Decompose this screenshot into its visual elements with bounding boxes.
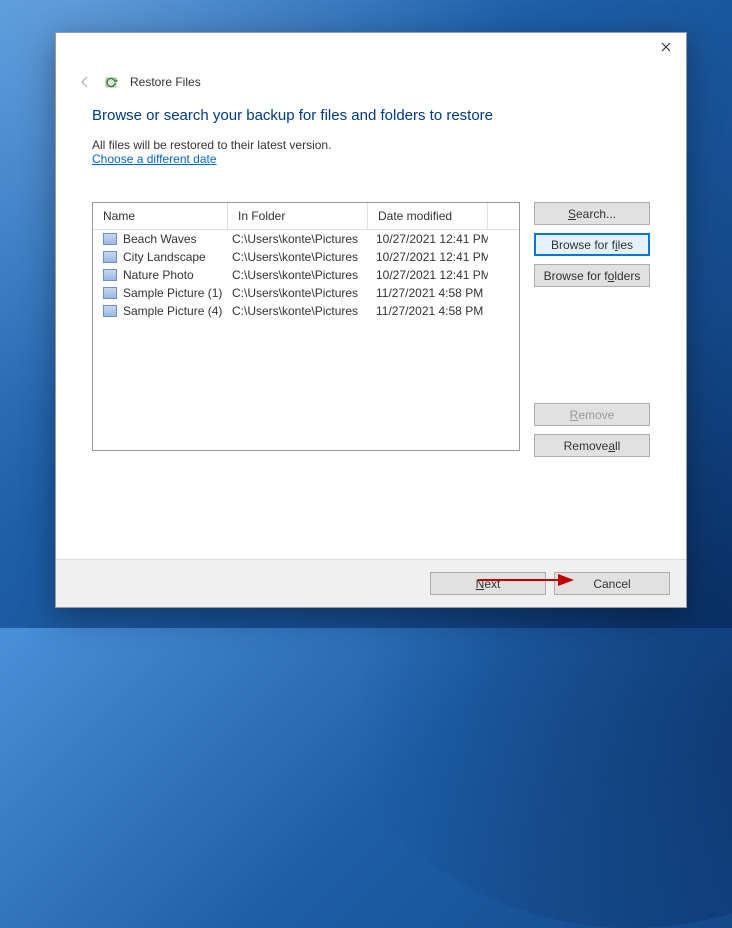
header-row: Restore Files (56, 61, 686, 101)
file-date: 11/27/2021 4:58 PM (368, 304, 488, 318)
column-name-header[interactable]: Name (93, 203, 228, 230)
file-folder: C:\Users\konte\Pictures (228, 232, 368, 246)
back-button[interactable] (76, 73, 94, 91)
dialog-footer: Next Cancel (56, 559, 686, 607)
file-list-header: Name In Folder Date modified (93, 203, 519, 230)
image-file-icon (103, 251, 117, 263)
file-name: Nature Photo (123, 268, 194, 282)
image-file-icon (103, 233, 117, 245)
titlebar (56, 33, 686, 61)
search-button[interactable]: Search... (534, 202, 650, 225)
image-file-icon (103, 269, 117, 281)
file-name: Beach Waves (123, 232, 197, 246)
file-date: 10/27/2021 12:41 PM (368, 232, 488, 246)
restore-files-dialog: Restore Files Browse or search your back… (55, 32, 687, 608)
remove-all-button[interactable]: Remove all (534, 434, 650, 457)
side-button-panel: Search... Browse for files Browse for fo… (534, 202, 650, 457)
restore-app-icon (104, 74, 120, 90)
file-date: 11/27/2021 4:58 PM (368, 286, 488, 300)
remove-button[interactable]: Remove (534, 403, 650, 426)
next-button[interactable]: Next (430, 572, 546, 595)
column-date-header[interactable]: Date modified (368, 203, 488, 230)
cancel-button[interactable]: Cancel (554, 572, 670, 595)
list-item[interactable]: Sample Picture (1) C:\Users\konte\Picture… (93, 284, 519, 302)
image-file-icon (103, 305, 117, 317)
file-date: 10/27/2021 12:41 PM (368, 268, 488, 282)
close-icon (661, 42, 671, 52)
list-item[interactable]: Beach Waves C:\Users\konte\Pictures10/27/… (93, 230, 519, 248)
version-note: All files will be restored to their late… (92, 138, 650, 152)
file-date: 10/27/2021 12:41 PM (368, 250, 488, 264)
window-title: Restore Files (130, 75, 201, 89)
close-button[interactable] (646, 33, 686, 61)
file-folder: C:\Users\konte\Pictures (228, 250, 368, 264)
list-item[interactable]: City Landscape C:\Users\konte\Pictures10/… (93, 248, 519, 266)
file-list-body: Beach WavesC:\Users\konte\Pictures10/27/… (93, 230, 519, 450)
file-list[interactable]: Name In Folder Date modified Beach Waves… (92, 202, 520, 451)
file-folder: C:\Users\konte\Pictures (228, 286, 368, 300)
file-name: Sample Picture (4) (123, 304, 222, 318)
file-name: City Landscape (123, 250, 206, 264)
back-arrow-icon (78, 75, 92, 89)
column-pad (488, 203, 519, 230)
browse-folders-button[interactable]: Browse for folders (534, 264, 650, 287)
browse-files-button[interactable]: Browse for files (534, 233, 650, 256)
choose-date-link[interactable]: Choose a different date (92, 152, 217, 166)
file-name: Sample Picture (1) (123, 286, 222, 300)
list-item[interactable]: Nature Photo C:\Users\konte\Pictures10/27… (93, 266, 519, 284)
image-file-icon (103, 287, 117, 299)
list-item[interactable]: Sample Picture (4) C:\Users\konte\Picture… (93, 302, 519, 320)
file-folder: C:\Users\konte\Pictures (228, 268, 368, 282)
column-folder-header[interactable]: In Folder (228, 203, 368, 230)
page-headline: Browse or search your backup for files a… (92, 107, 650, 124)
file-folder: C:\Users\konte\Pictures (228, 304, 368, 318)
